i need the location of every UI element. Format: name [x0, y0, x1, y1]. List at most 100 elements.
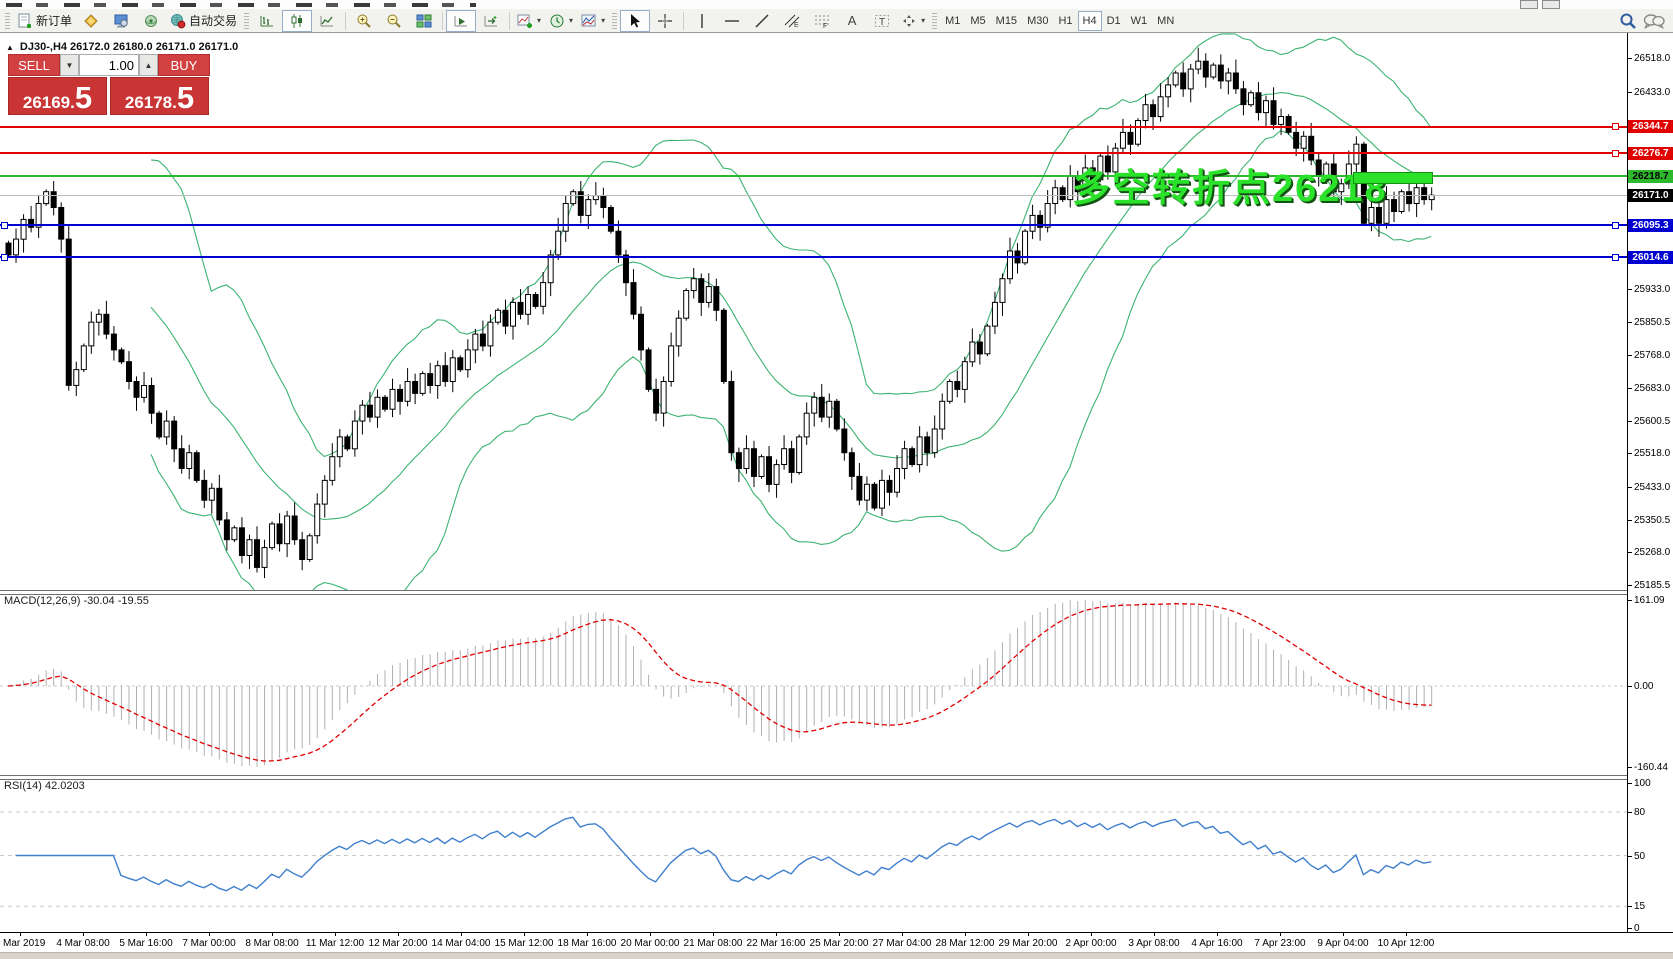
time-label[interactable]: 1 Mar 2019	[0, 938, 45, 949]
time-label[interactable]: 11 Mar 12:00	[306, 938, 364, 949]
time-label[interactable]: 7 Mar 00:00	[182, 938, 235, 949]
dropdown-arrow-icon: ▾	[537, 16, 541, 25]
window-button-left[interactable]	[1520, 0, 1538, 9]
time-tick	[713, 932, 714, 936]
periods-button[interactable]: ▾	[545, 10, 577, 32]
chart-shift-button[interactable]	[476, 10, 506, 32]
add-indicator-icon	[517, 13, 533, 29]
time-tick	[83, 932, 84, 936]
timeframe-MN[interactable]: MN	[1152, 11, 1179, 31]
timeframe-W1[interactable]: W1	[1126, 11, 1153, 31]
timeframe-H4[interactable]: H4	[1078, 11, 1102, 31]
indicators-button[interactable]: ▾	[513, 10, 545, 32]
time-label[interactable]: 9 Apr 04:00	[1317, 938, 1368, 949]
toolbar-grip[interactable]	[932, 13, 937, 29]
timeframe-H1[interactable]: H1	[1053, 11, 1077, 31]
label-letter: T	[879, 17, 885, 28]
time-label[interactable]: 14 Mar 04:00	[432, 938, 491, 949]
cursor-arrow-icon	[627, 13, 643, 29]
strategy-tester-button[interactable]	[136, 10, 166, 32]
time-label[interactable]: 5 Mar 16:00	[119, 938, 172, 949]
application-window: 新订单	[0, 0, 1673, 959]
search-icon[interactable]	[1619, 12, 1637, 30]
line-chart-button[interactable]	[312, 10, 342, 32]
zoom-out-icon	[386, 13, 402, 29]
cursor-button[interactable]	[620, 10, 650, 32]
time-label[interactable]: 27 Mar 04:00	[873, 938, 932, 949]
terminal-monitor-icon	[113, 13, 129, 29]
status-bar-edge	[0, 952, 1673, 959]
time-label[interactable]: 4 Apr 16:00	[1191, 938, 1242, 949]
toolbar-grip[interactable]	[612, 13, 617, 29]
text-tool[interactable]: A	[837, 10, 867, 32]
arrows-tool[interactable]: ▾	[897, 10, 929, 32]
time-label[interactable]: 7 Apr 23:00	[1254, 938, 1305, 949]
time-label[interactable]: 21 Mar 08:00	[684, 938, 743, 949]
time-label[interactable]: 8 Mar 08:00	[245, 938, 298, 949]
time-label[interactable]: 2 Apr 00:00	[1065, 938, 1116, 949]
time-axis[interactable]: 1 Mar 2019 4 Mar 08:00 5 Mar 16:00 7 Mar 00…	[0, 33, 1673, 959]
zoom-in-button[interactable]	[349, 10, 379, 32]
time-label[interactable]: 20 Mar 00:00	[621, 938, 680, 949]
chat-icon[interactable]	[1643, 12, 1665, 30]
candlestick-chart-button[interactable]	[282, 10, 312, 32]
horizontal-line-tool[interactable]	[717, 10, 747, 32]
terminal-button[interactable]	[106, 10, 136, 32]
time-label[interactable]: 3 Apr 08:00	[1128, 938, 1179, 949]
time-tick	[1406, 932, 1407, 936]
vertical-line-icon	[695, 13, 709, 29]
time-label[interactable]: 15 Mar 12:00	[495, 938, 554, 949]
time-tick	[1280, 932, 1281, 936]
chart-area[interactable]: ▲ DJ30-,H4 26172.0 26180.0 26171.0 26171…	[0, 33, 1673, 959]
time-label[interactable]: 28 Mar 12:00	[936, 938, 995, 949]
time-label[interactable]: 4 Mar 08:00	[56, 938, 109, 949]
timeframe-D1[interactable]: D1	[1102, 11, 1126, 31]
window-button-right[interactable]	[1542, 0, 1560, 9]
zoom-out-button[interactable]	[379, 10, 409, 32]
menu-bar-cutoff	[0, 0, 1673, 9]
fibonacci-tool[interactable]: F	[807, 10, 837, 32]
equidistant-channel-tool[interactable]: E	[777, 10, 807, 32]
time-label[interactable]: 22 Mar 16:00	[747, 938, 806, 949]
toolbar-grip[interactable]	[244, 13, 249, 29]
new-order-button[interactable]: 新订单	[13, 10, 76, 32]
crosshair-button[interactable]	[650, 10, 680, 32]
time-label[interactable]: 18 Mar 16:00	[558, 938, 617, 949]
time-tick	[1028, 932, 1029, 936]
templates-button[interactable]: ▾	[577, 10, 609, 32]
time-tick	[524, 932, 525, 936]
horizontal-line-icon	[724, 13, 740, 29]
timeframe-M30[interactable]: M30	[1022, 11, 1053, 31]
tile-windows-button[interactable]	[409, 10, 439, 32]
template-chart-icon	[581, 13, 597, 29]
autotrading-button[interactable]: 自动交易	[166, 10, 241, 32]
channel-letter: E	[794, 22, 799, 29]
tile-windows-icon	[416, 13, 432, 29]
time-tick	[587, 932, 588, 936]
time-tick	[965, 932, 966, 936]
timeframe-M1[interactable]: M1	[940, 11, 965, 31]
time-tick	[398, 932, 399, 936]
market-watch-button[interactable]	[76, 10, 106, 32]
toolbar: 新订单	[0, 9, 1673, 33]
timeframe-M15[interactable]: M15	[991, 11, 1022, 31]
autotrading-label: 自动交易	[189, 12, 237, 29]
auto-scroll-button[interactable]	[446, 10, 476, 32]
text-label-tool[interactable]: T	[867, 10, 897, 32]
vertical-line-tool[interactable]	[687, 10, 717, 32]
chart-shift-icon	[483, 13, 499, 29]
trendline-tool[interactable]	[747, 10, 777, 32]
timeframe-M5[interactable]: M5	[965, 11, 990, 31]
time-label[interactable]: 10 Apr 12:00	[1378, 938, 1435, 949]
time-tick	[776, 932, 777, 936]
bar-chart-button[interactable]	[252, 10, 282, 32]
time-tick	[20, 932, 21, 936]
time-label[interactable]: 12 Mar 20:00	[369, 938, 428, 949]
dropdown-arrow-icon: ▾	[601, 16, 605, 25]
time-label[interactable]: 29 Mar 20:00	[999, 938, 1058, 949]
toolbar-grip[interactable]	[5, 13, 10, 29]
gold-diamond-icon	[83, 13, 99, 29]
time-label[interactable]: 25 Mar 20:00	[810, 938, 869, 949]
time-tick	[335, 932, 336, 936]
time-tick	[1343, 932, 1344, 936]
